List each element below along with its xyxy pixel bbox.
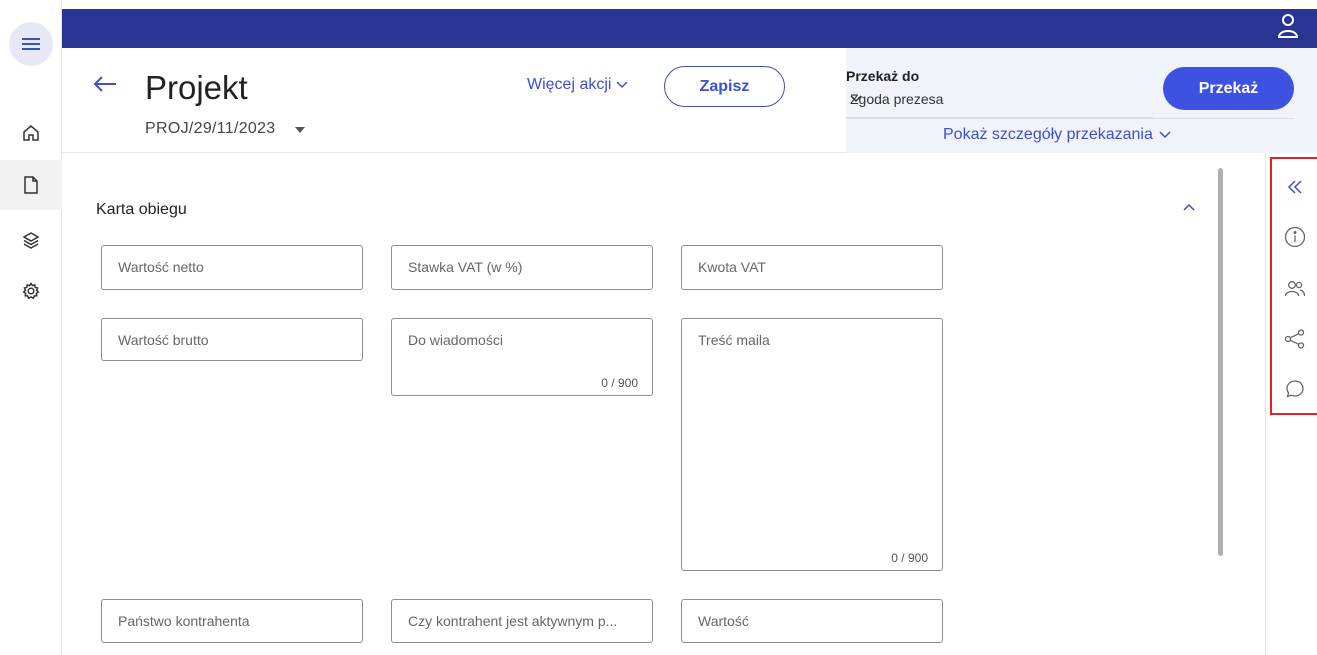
- info-icon[interactable]: [1280, 222, 1310, 252]
- handover-label: Przekaż do: [846, 68, 920, 84]
- gear-icon: [22, 282, 40, 300]
- chevron-down-icon: [1159, 131, 1171, 139]
- handover-button[interactable]: Przekaż: [1163, 67, 1294, 110]
- menu-button[interactable]: [9, 22, 53, 66]
- left-sidebar: [0, 0, 62, 655]
- handover-select[interactable]: Zgoda prezesa: [846, 86, 1153, 118]
- field-label: Czy kontrahent jest aktywnym p...: [408, 613, 618, 629]
- chevron-down-icon: [616, 81, 628, 89]
- notify-textarea[interactable]: Do wiadomości 0 / 900: [391, 318, 653, 396]
- back-arrow-icon[interactable]: [92, 74, 118, 94]
- document-icon: [23, 176, 39, 194]
- nav-item-home[interactable]: [0, 108, 62, 158]
- char-counter: 0 / 900: [601, 376, 638, 390]
- char-counter: 0 / 900: [891, 551, 928, 565]
- net-value-field[interactable]: Wartość netto: [101, 245, 363, 290]
- double-chevron-left-icon[interactable]: [1280, 172, 1310, 202]
- more-actions-label: Więcej akcji: [527, 76, 612, 93]
- hamburger-icon: [22, 37, 40, 51]
- vat-rate-field[interactable]: Stawka VAT (w %): [391, 245, 653, 290]
- caret-down-icon[interactable]: [295, 127, 305, 133]
- page-title: Projekt: [145, 69, 248, 106]
- save-button[interactable]: Zapisz: [664, 66, 785, 107]
- field-label: Stawka VAT (w %): [408, 259, 523, 275]
- more-actions-button[interactable]: Więcej akcji: [527, 76, 628, 94]
- field-label: Państwo kontrahenta: [118, 613, 250, 629]
- contractor-active-field[interactable]: Czy kontrahent jest aktywnym p...: [391, 599, 653, 643]
- field-label: Wartość brutto: [118, 332, 209, 348]
- gross-value-field[interactable]: Wartość brutto: [101, 318, 363, 361]
- field-label: Wartość netto: [118, 259, 204, 275]
- handover-details-link[interactable]: Pokaż szczegóły przekazania: [943, 126, 1171, 144]
- field-label: Wartość: [698, 613, 749, 629]
- nav-item-layers[interactable]: [0, 215, 62, 265]
- share-icon[interactable]: [1280, 324, 1310, 354]
- scrollbar[interactable]: [1218, 168, 1223, 556]
- page-header: Projekt PROJ/29/11/2023 Więcej akcji Zap…: [62, 48, 1317, 153]
- nav-item-documents[interactable]: [0, 160, 62, 210]
- home-icon: [22, 124, 40, 142]
- divider: [846, 118, 1294, 119]
- top-bar: [62, 9, 1317, 48]
- value-field[interactable]: Wartość: [681, 599, 943, 643]
- section-title: Karta obiegu: [96, 201, 187, 218]
- chevron-up-icon[interactable]: [1183, 203, 1195, 211]
- handover-panel: Przekaż do Zgoda prezesa Przekaż Pokaż s…: [846, 48, 1317, 153]
- field-label: Treść maila: [698, 332, 770, 348]
- layers-icon: [22, 231, 40, 249]
- document-number: PROJ/29/11/2023: [145, 120, 276, 137]
- field-label: Kwota VAT: [698, 259, 766, 275]
- handover-details-label: Pokaż szczegóły przekazania: [943, 126, 1153, 143]
- nav-item-settings[interactable]: [0, 266, 62, 316]
- chevron-down-icon: [850, 95, 1133, 103]
- field-label: Do wiadomości: [408, 332, 503, 348]
- mail-body-textarea[interactable]: Treść maila 0 / 900: [681, 318, 943, 571]
- comment-icon[interactable]: [1280, 374, 1310, 404]
- users-icon[interactable]: [1280, 274, 1310, 304]
- contractor-country-field[interactable]: Państwo kontrahenta: [101, 599, 363, 643]
- vat-amount-field[interactable]: Kwota VAT: [681, 245, 943, 290]
- user-icon[interactable]: [1277, 13, 1299, 39]
